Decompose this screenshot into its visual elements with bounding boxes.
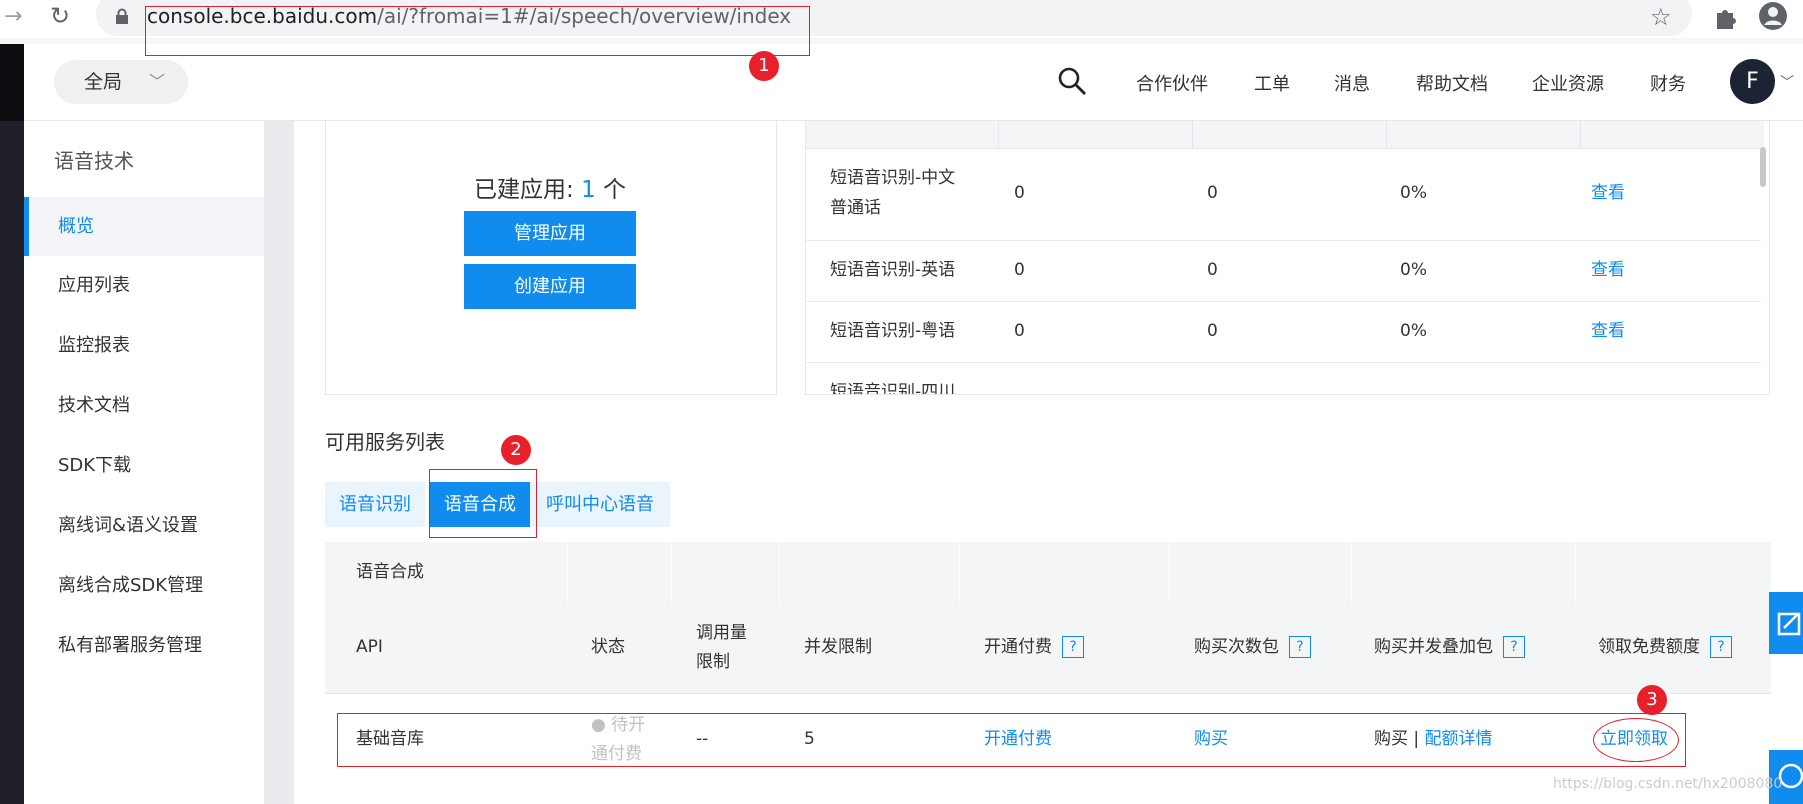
header-buy-concurrency: 购买并发叠加包? [1374,633,1525,662]
left-dark-strip [0,44,24,804]
view-link[interactable]: 查看 [1591,255,1625,285]
table-row: 短语音识别-四川 [806,363,1761,395]
scope-dropdown[interactable]: 全局 ﹀ [54,60,188,104]
stat-value: 0 [1014,260,1025,280]
table-row: 短语音识别-英语 0 0 0% 查看 [806,241,1761,302]
create-app-button[interactable]: 创建应用 [464,264,636,309]
header-api: API [356,637,383,657]
help-question-icon[interactable]: ? [1503,636,1525,658]
help-question-icon[interactable]: ? [1062,636,1084,658]
view-link[interactable]: 查看 [1591,178,1625,208]
stat-percent: 0% [1400,260,1427,280]
annotation-badge-3: 3 [1637,685,1667,715]
bookmark-star-icon[interactable]: ☆ [1650,3,1672,31]
annotation-box-row [337,713,1686,767]
sidebar-item-private-deploy[interactable]: 私有部署服务管理 [24,616,264,675]
sidebar-item-offline-words[interactable]: 离线词&语义设置 [24,496,264,555]
usage-stats-table: 短语音识别-中文 普通话 0 0 0% 查看 短语音识别-英语 0 0 0% 查看… [805,121,1770,395]
stat-value: 0 [1207,321,1218,341]
header-buy-count: 购买次数包? [1194,633,1311,662]
watermark: https://blog.csdn.net/hx2008080 [1553,776,1783,792]
annotation-box-url [145,6,810,56]
header-pay: 开通付费? [984,633,1084,662]
header-status: 状态 [591,637,625,657]
sidebar-title: 语音技术 [54,149,134,173]
sidebar-item-monitoring[interactable]: 监控报表 [24,316,264,375]
nav-ticket[interactable]: 工单 [1254,70,1290,96]
services-category-label: 语音合成 [356,562,424,582]
app-count-label: 已建应用: [474,177,574,203]
app-count-unit: 个 [603,177,627,203]
nav-help-docs[interactable]: 帮助文档 [1416,70,1488,96]
chevron-down-icon: ﹀ [149,72,166,91]
tab-speech-recognition[interactable]: 语音识别 [325,482,425,527]
back-arrow-icon[interactable]: → [4,4,22,29]
avatar-chevron-down-icon[interactable]: ﹀ [1780,72,1794,92]
sidebar-item-offline-sdk[interactable]: 离线合成SDK管理 [24,556,264,615]
nav-partner[interactable]: 合作伙伴 [1136,70,1208,96]
view-link[interactable]: 查看 [1591,316,1625,346]
sidebar-item-tech-docs[interactable]: 技术文档 [24,376,264,435]
content-gutter [264,121,294,804]
sidebar-item-app-list[interactable]: 应用列表 [24,256,264,315]
annotation-box-tab [429,469,537,538]
profile-icon[interactable] [1758,1,1788,31]
api-name: 短语音识别-粤语 [830,321,956,341]
left-dark-strip-top [0,44,24,121]
api-name: 短语音识别-英语 [830,260,956,280]
stat-value: 0 [1014,183,1025,203]
stat-value: 0 [1014,321,1025,341]
extensions-puzzle-icon[interactable] [1713,4,1739,30]
avatar[interactable]: F [1730,59,1775,104]
search-icon[interactable] [1057,66,1087,96]
api-name: 短语音识别-中文 普通话 [830,168,956,218]
stat-value: 0 [1207,183,1218,203]
nav-finance[interactable]: 财务 [1650,70,1686,96]
help-question-icon[interactable]: ? [1289,636,1311,658]
annotation-badge-2: 2 [501,435,531,465]
tab-call-center-speech[interactable]: 呼叫中心语音 [530,482,670,527]
stat-percent: 0% [1400,321,1427,341]
header-call-limit: 调用量 限制 [696,623,747,672]
feedback-float-button[interactable] [1769,592,1803,654]
stats-table-header [806,121,1764,149]
lock-icon [116,8,128,24]
annotation-oval-claim [1593,718,1679,762]
stat-percent: 0% [1400,183,1427,203]
scope-label: 全局 [84,71,123,93]
edit-icon [1777,612,1801,636]
nav-enterprise-resources[interactable]: 企业资源 [1532,70,1604,96]
manage-app-button[interactable]: 管理应用 [464,211,636,256]
table-row: 短语音识别-中文 普通话 0 0 0% 查看 [806,149,1761,241]
table-row: 短语音识别-粤语 0 0 0% 查看 [806,302,1761,363]
header-free-quota: 领取免费额度? [1598,633,1732,662]
services-category-row [325,542,1771,603]
nav-message[interactable]: 消息 [1334,70,1370,96]
app-count: 已建应用: 1 个 [474,170,626,204]
annotation-badge-1: 1 [749,51,779,81]
app-count-number: 1 [581,177,596,203]
app-summary-card [325,121,777,395]
api-name: 短语音识别-四川 [830,382,956,395]
stat-value: 0 [1207,260,1218,280]
header-concurrency: 并发限制 [804,637,872,657]
stats-scrollbar[interactable] [1760,147,1766,187]
services-title: 可用服务列表 [325,430,445,454]
reload-icon[interactable]: ↻ [50,2,70,30]
sidebar-item-overview[interactable]: 概览 [24,197,264,256]
sidebar-item-sdk-download[interactable]: SDK下载 [24,436,264,495]
sidebar: 语音技术 概览 应用列表 监控报表 技术文档 SDK下载 离线词&语义设置 离线… [24,121,264,804]
help-question-icon[interactable]: ? [1710,636,1732,658]
